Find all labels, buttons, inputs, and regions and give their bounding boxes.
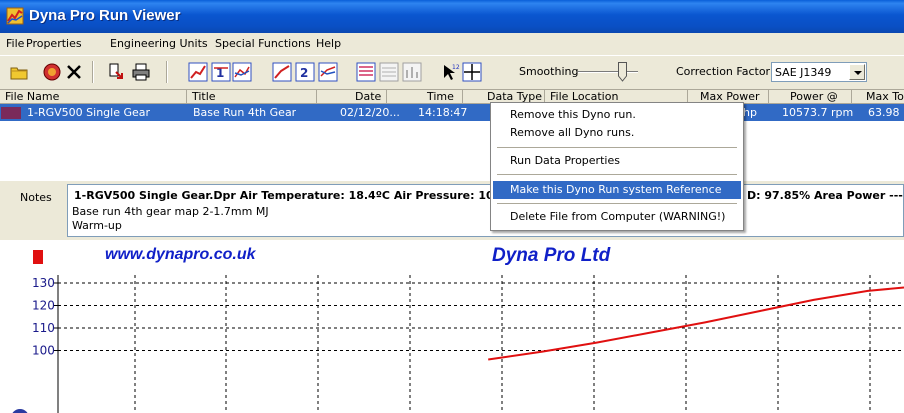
chart-company: Dyna Pro Ltd <box>492 245 611 266</box>
cell-max-torque: 63.98 <box>868 106 900 119</box>
title-bar[interactable]: Dyna Pro Run Viewer <box>0 0 904 33</box>
menu-help[interactable]: Help <box>316 37 341 50</box>
menu-item-run-data-properties[interactable]: Run Data Properties <box>493 152 741 170</box>
run-list-row[interactable]: 1-RGV500 Single Gear Base Run 4th Gear 0… <box>0 104 904 121</box>
notes-panel: Notes 1-RGV500 Single Gear.Dpr Air Tempe… <box>0 181 904 240</box>
chart-website: www.dynapro.co.uk <box>105 246 256 263</box>
open-folder-icon[interactable] <box>9 62 29 82</box>
graph-torque-icon[interactable]: 1 <box>211 62 231 82</box>
chart-corner-marker <box>12 409 28 413</box>
dyno-chart[interactable]: 130 120 110 100 www.dynapro.co.uk Dyna Pro … <box>0 240 904 413</box>
svg-text:2: 2 <box>300 66 308 80</box>
menu-bar: File Properties Engineering Units Specia… <box>0 33 904 54</box>
run-list: File Name Title Date Time Data Type File… <box>0 89 904 181</box>
chart-plot: 130 120 110 100 <box>12 275 904 413</box>
y-tick-label: 100 <box>32 344 55 358</box>
app-window: Dyna Pro Run Viewer File Properties Engi… <box>0 0 904 413</box>
run-marker <box>33 250 43 264</box>
menu-item-remove-run[interactable]: Remove this Dyno run. <box>493 106 741 124</box>
smoothing-label: Smoothing <box>519 65 579 78</box>
run-properties-icon[interactable] <box>42 62 62 82</box>
cell-time: 14:18:47 <box>418 106 468 119</box>
smoothing-slider[interactable] <box>578 60 638 84</box>
print-icon[interactable] <box>131 62 151 82</box>
column-header-max-torque[interactable]: Max To <box>852 90 904 104</box>
slider-thumb[interactable] <box>618 62 627 82</box>
cell-power-at: 10573.7 rpm <box>782 106 854 119</box>
graph-grid-disabled-icon[interactable] <box>379 62 399 82</box>
close-run-icon[interactable] <box>64 62 84 82</box>
cell-file-name: 1-RGV500 Single Gear <box>27 106 151 119</box>
column-header-time[interactable]: Time <box>387 90 463 104</box>
notes-summary: 1-RGV500 Single Gear.Dpr Air Temperature… <box>74 189 494 202</box>
correction-factor-select[interactable]: SAE J1349 <box>771 62 867 82</box>
power-curve-line <box>488 286 904 361</box>
menu-properties[interactable]: Properties <box>26 37 82 50</box>
cursor-measure-icon[interactable] <box>462 62 482 82</box>
menu-file[interactable]: File <box>6 37 24 50</box>
column-header-date[interactable]: Date <box>317 90 387 104</box>
menu-separator <box>497 147 737 149</box>
column-header-file-name[interactable]: File Name <box>0 90 187 104</box>
svg-text:123: 123 <box>452 64 460 71</box>
graph-split-icon[interactable] <box>318 62 338 82</box>
y-tick-label: 130 <box>32 276 55 290</box>
cell-title: Base Run 4th Gear <box>193 106 297 119</box>
graph-overlay-icon[interactable] <box>232 62 252 82</box>
menu-item-make-system-reference[interactable]: Make this Dyno Run system Reference <box>493 181 741 199</box>
correction-factor-label: Correction Factor <box>676 65 771 78</box>
notes-description: Base run 4th gear map 2-1.7mm MJ <box>72 205 269 218</box>
menu-engineering-units[interactable]: Engineering Units <box>110 37 208 50</box>
menu-special-functions[interactable]: Special Functions <box>215 37 311 50</box>
dynapro-app-icon <box>6 7 24 25</box>
menu-item-delete-file[interactable]: Delete File from Computer (WARNING!) <box>493 208 741 226</box>
menu-item-remove-all-runs[interactable]: Remove all Dyno runs. <box>493 124 741 142</box>
toolbar-separator <box>92 61 94 83</box>
y-tick-label: 120 <box>32 299 55 313</box>
menu-separator <box>497 203 737 205</box>
notes-box[interactable]: 1-RGV500 Single Gear.Dpr Air Temperature… <box>67 184 904 237</box>
dropdown-arrow-icon[interactable] <box>849 64 865 80</box>
notes-summary-right: D: 97.85% Area Power ---- A <box>747 189 904 202</box>
notes-label: Notes <box>20 191 52 204</box>
menu-separator <box>497 174 737 176</box>
toolbar: 1 2 12 Smoothing Correction Factor SAE J… <box>0 55 904 89</box>
slider-track <box>578 71 638 73</box>
run-list-header: File Name Title Date Time Data Type File… <box>0 90 904 104</box>
run-color-swatch <box>1 107 21 119</box>
export-icon[interactable] <box>106 62 126 82</box>
window-title: Dyna Pro Run Viewer <box>29 7 181 24</box>
graph-compare-icon[interactable] <box>272 62 292 82</box>
notes-comment: Warm-up <box>72 219 122 232</box>
cell-date: 02/12/20... <box>340 106 400 119</box>
graph-bars-disabled-icon[interactable] <box>402 62 422 82</box>
column-header-title[interactable]: Title <box>187 90 317 104</box>
graph-two-icon[interactable]: 2 <box>295 62 315 82</box>
toolbar-separator <box>166 61 168 83</box>
graph-multi-icon[interactable] <box>356 62 376 82</box>
cell-max-power: hp <box>743 106 757 119</box>
correction-factor-value: SAE J1349 <box>775 66 832 79</box>
context-menu: Remove this Dyno run. Remove all Dyno ru… <box>490 102 744 231</box>
cursor-marker-icon[interactable]: 123 <box>440 62 460 82</box>
graph-power-icon[interactable] <box>188 62 208 82</box>
column-header-power-at[interactable]: Power @ <box>769 90 852 104</box>
y-tick-label: 110 <box>32 321 55 335</box>
